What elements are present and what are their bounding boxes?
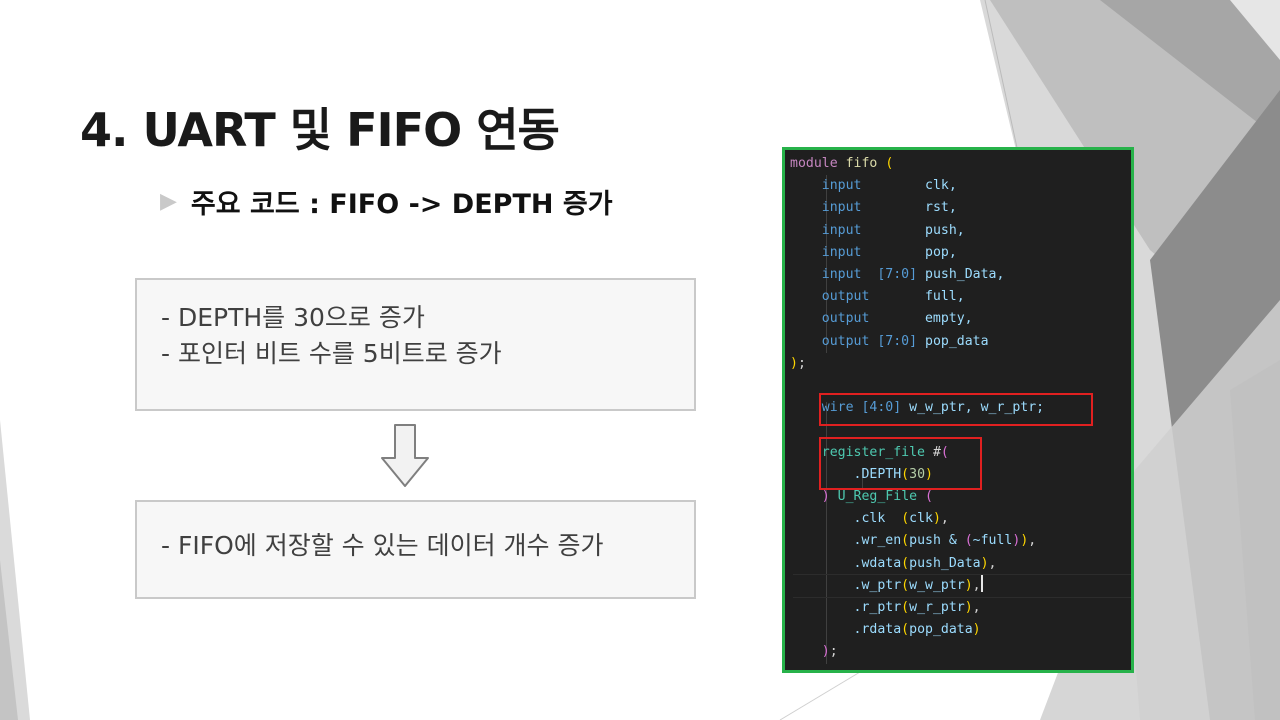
slide-subtitle: ▶ 주요 코드 : FIFO -> DEPTH 증가	[160, 182, 613, 221]
down-arrow-icon	[381, 424, 429, 487]
subtitle-text: 주요 코드 : FIFO -> DEPTH 증가	[190, 189, 613, 220]
triangle-bullet-icon: ▶	[160, 189, 177, 214]
code-line-1: module fifo (	[790, 156, 894, 171]
code-editor-screenshot: module fifo ( input clk, input rst, inpu…	[782, 147, 1134, 673]
box1-line-2: - 포인터 비트 수를 5비트로 증가	[161, 339, 502, 368]
box2-line-1: - FIFO에 저장할 수 있는 데이터 개수 증가	[161, 531, 604, 560]
code-text: module fifo ( input clk, input rst, inpu…	[790, 156, 1045, 660]
description-box-2: - FIFO에 저장할 수 있는 데이터 개수 증가	[135, 500, 696, 599]
slide-title: 4. UART 및 FIFO 연동	[80, 103, 560, 157]
box1-line-1: - DEPTH를 30으로 증가	[161, 303, 425, 332]
text-cursor	[980, 574, 983, 592]
description-box-1: - DEPTH를 30으로 증가 - 포인터 비트 수를 5비트로 증가	[135, 278, 696, 411]
